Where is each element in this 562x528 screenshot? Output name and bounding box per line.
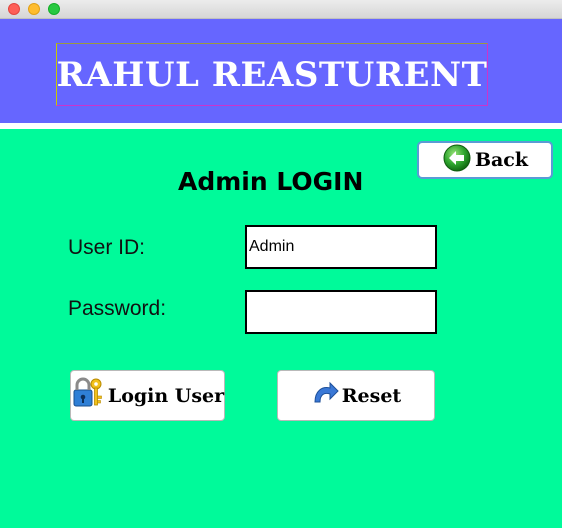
reset-button-label: Reset (341, 384, 402, 407)
reset-button[interactable]: Reset (277, 370, 435, 421)
minimize-window-button[interactable] (28, 3, 40, 15)
reset-arrow-icon (311, 380, 339, 411)
userid-field[interactable] (245, 225, 437, 269)
userid-label: User ID: (68, 236, 146, 259)
title-box: RAHUL REASTURENT (56, 43, 488, 106)
window-titlebar (0, 0, 562, 19)
login-user-button-label: Login User (107, 384, 225, 407)
password-label: Password: (68, 297, 167, 320)
back-button[interactable]: Back (417, 141, 553, 179)
close-window-button[interactable] (8, 3, 20, 15)
back-button-label: Back (474, 149, 529, 171)
app-window: RAHUL REASTURENT Admin LOGIN Back User I… (0, 19, 562, 528)
key-lock-icon (71, 376, 105, 415)
maximize-window-button[interactable] (48, 3, 60, 15)
back-arrow-icon (442, 143, 472, 178)
login-user-button[interactable]: Login User (70, 370, 225, 421)
header-banner: RAHUL REASTURENT (0, 19, 562, 123)
password-field[interactable] (245, 290, 437, 334)
login-panel: Admin LOGIN Back User ID: Admin Password… (0, 129, 562, 528)
app-title: RAHUL REASTURENT (56, 54, 488, 95)
page-title: Admin LOGIN (178, 167, 364, 196)
